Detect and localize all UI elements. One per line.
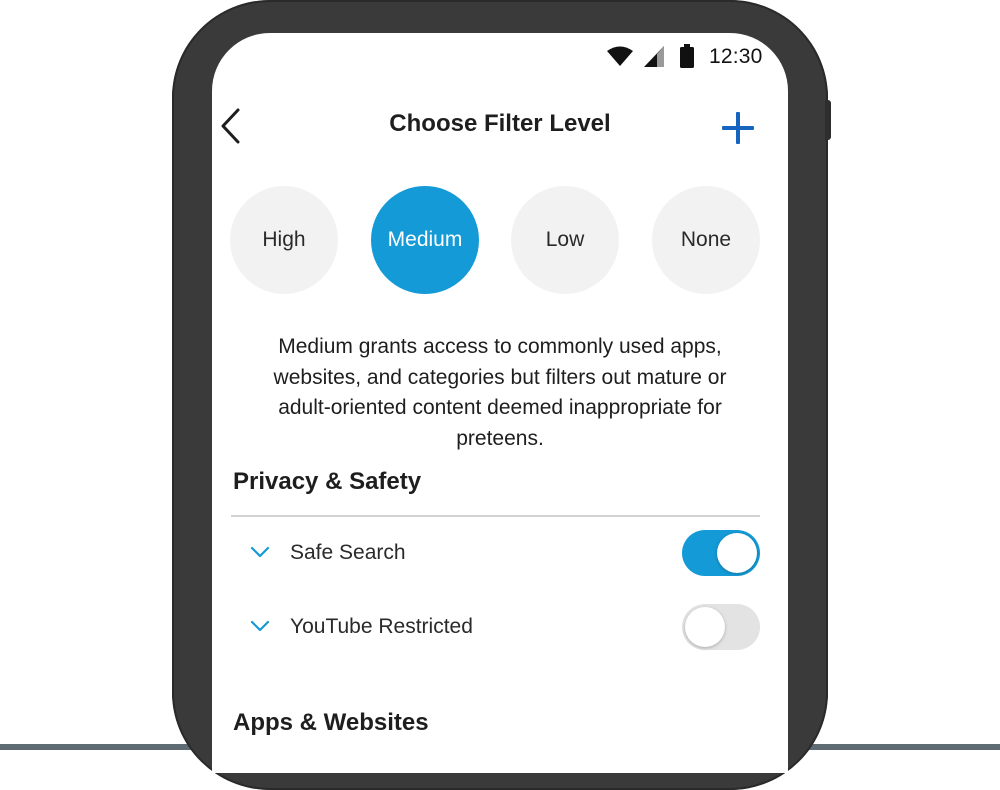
battery-icon — [680, 44, 694, 68]
level-none-button[interactable]: None — [652, 186, 760, 294]
add-icon[interactable] — [721, 111, 755, 145]
level-none-label: None — [680, 228, 732, 251]
youtube-restricted-toggle[interactable] — [682, 604, 760, 650]
setting-label-youtube-restricted: YouTube Restricted — [290, 615, 473, 638]
setting-label-safe-search: Safe Search — [290, 541, 406, 564]
chevron-down-icon[interactable] — [250, 619, 270, 633]
section-title-apps: Apps & Websites — [233, 709, 429, 736]
setting-row-safe-search: Safe Search — [212, 526, 788, 580]
divider — [231, 515, 760, 517]
level-high-label: High — [262, 228, 306, 251]
toggle-knob — [685, 607, 725, 647]
phone-side-button — [825, 100, 831, 140]
status-time: 12:30 — [709, 45, 763, 68]
wifi-icon — [607, 46, 633, 66]
level-medium-label: Medium — [387, 228, 463, 251]
status-bar: 12:30 — [212, 33, 788, 81]
level-low-label: Low — [545, 228, 585, 251]
setting-row-youtube-restricted: YouTube Restricted — [212, 600, 788, 654]
section-title-privacy: Privacy & Safety — [233, 468, 422, 495]
chevron-down-icon[interactable] — [250, 545, 270, 559]
page-title: Choose Filter Level — [389, 110, 611, 137]
level-medium-button[interactable]: Medium — [371, 186, 479, 294]
level-low-button[interactable]: Low — [511, 186, 619, 294]
level-high-button[interactable]: High — [230, 186, 338, 294]
toggle-knob — [717, 533, 757, 573]
phone-screen: 12:30 Choose Filter Level High Medium Lo… — [212, 33, 788, 773]
level-description: Medium grants access to commonly used ap… — [273, 335, 727, 450]
filter-level-selector: High Medium Low None — [230, 186, 770, 296]
safe-search-toggle[interactable] — [682, 530, 760, 576]
signal-icon — [644, 46, 664, 67]
